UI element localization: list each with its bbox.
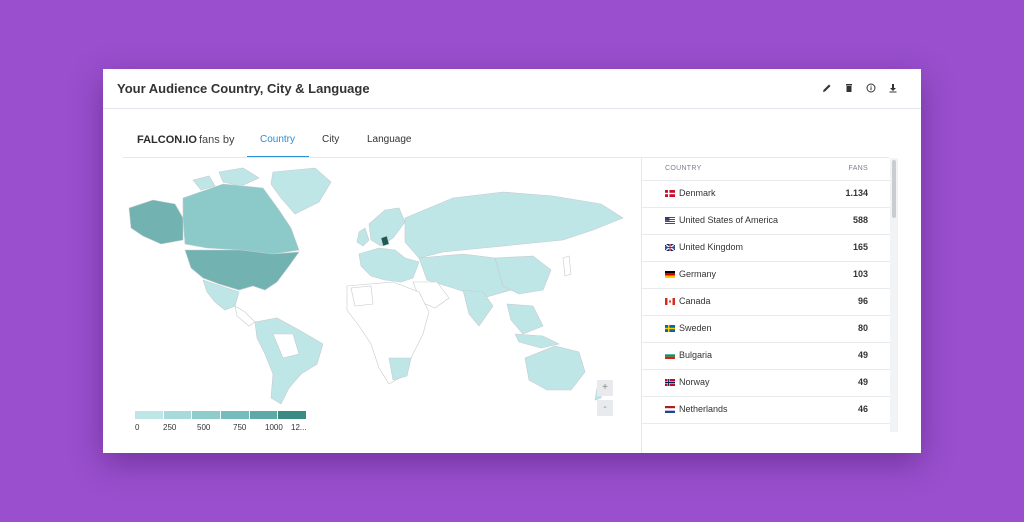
map-russia — [404, 191, 624, 259]
map-japan — [562, 255, 572, 277]
fans-count: 49 — [857, 377, 868, 387]
fans-count: 103 — [852, 269, 868, 279]
country-name: Norway — [679, 377, 710, 387]
netherlands-flag-icon — [665, 406, 675, 413]
sweden-flag-icon — [665, 325, 675, 332]
map-legend: 0 250 500 750 1000 12... — [135, 411, 315, 435]
table-scrollbar[interactable] — [890, 158, 898, 432]
map-europe — [358, 247, 420, 283]
fans-count: 49 — [857, 350, 868, 360]
column-header-fans[interactable]: FANS — [849, 165, 868, 172]
download-icon[interactable] — [887, 82, 899, 94]
germany-flag-icon — [665, 271, 675, 278]
tab-language[interactable]: Language — [367, 134, 412, 145]
map-south-america — [254, 317, 324, 405]
column-header-country[interactable]: COUNTRY — [665, 165, 702, 172]
zoom-out-button[interactable]: - — [597, 400, 613, 416]
info-icon[interactable] — [865, 82, 877, 94]
legend-label: 0 — [135, 423, 140, 432]
fans-by-label: fans by — [199, 134, 235, 146]
header-actions — [821, 82, 899, 94]
country-name: Bulgaria — [679, 350, 713, 360]
table-row[interactable]: Germany 103 — [642, 261, 890, 288]
fans-count: 46 — [857, 404, 868, 414]
legend-labels: 0 250 500 750 1000 12... — [135, 423, 315, 435]
table-row[interactable]: Denmark 1.134 — [642, 180, 890, 207]
legend-label: 500 — [197, 423, 211, 432]
map-greenland — [270, 167, 332, 215]
table-row[interactable]: Netherlands 46 — [642, 396, 890, 423]
world-map[interactable]: + - — [123, 158, 641, 453]
widget-title: Your Audience Country, City & Language — [117, 81, 370, 96]
fans-count: 96 — [857, 296, 868, 306]
zoom-in-button[interactable]: + — [597, 380, 613, 396]
country-name: Germany — [679, 269, 717, 279]
country-name: Canada — [679, 296, 711, 306]
table-row[interactable]: United States of America 588 — [642, 207, 890, 234]
usa-flag-icon — [665, 217, 675, 224]
norway-flag-icon — [665, 379, 675, 386]
bulgaria-flag-icon — [665, 352, 675, 359]
country-name: United States of America — [679, 215, 779, 225]
tab-country[interactable]: Country — [260, 134, 295, 145]
table-row[interactable]: United Kingdom 165 — [642, 234, 890, 261]
fans-count: 80 — [857, 323, 868, 333]
map-usa — [184, 249, 300, 291]
fans-count: 588 — [852, 215, 868, 225]
country-name: United Kingdom — [679, 242, 744, 252]
table-row[interactable]: Canada 96 — [642, 288, 890, 315]
uk-flag-icon — [665, 244, 675, 251]
fans-count: 165 — [852, 242, 868, 252]
world-map-svg — [128, 167, 624, 405]
tab-city[interactable]: City — [322, 134, 339, 145]
edit-icon[interactable] — [821, 82, 833, 94]
table-row-partial[interactable] — [642, 423, 890, 450]
country-name: Denmark — [679, 188, 716, 198]
scrollbar-thumb[interactable] — [892, 160, 896, 218]
country-table: COUNTRY FANS Denmark 1.134 United States… — [641, 158, 890, 453]
canada-flag-icon — [665, 298, 675, 305]
legend-label: 250 — [163, 423, 177, 432]
legend-color-bar — [135, 411, 308, 419]
legend-label: 12... — [291, 423, 307, 432]
map-australia — [524, 345, 586, 391]
map-uk — [356, 227, 370, 247]
map-alaska — [128, 199, 184, 245]
country-name: Netherlands — [679, 404, 728, 414]
widget-header: Your Audience Country, City & Language — [103, 69, 921, 109]
tab-bar: FALCON.IO fans by Country City Language — [103, 126, 921, 158]
trash-icon[interactable] — [843, 82, 855, 94]
fans-count: 1.134 — [845, 188, 868, 198]
denmark-flag-icon — [665, 190, 675, 197]
table-row[interactable]: Bulgaria 49 — [642, 342, 890, 369]
audience-widget-card: Your Audience Country, City & Language F… — [103, 69, 921, 453]
brand-name: FALCON.IO — [137, 134, 197, 146]
legend-label: 1000 — [265, 423, 283, 432]
country-name: Sweden — [679, 323, 712, 333]
table-row[interactable]: Norway 49 — [642, 369, 890, 396]
table-row[interactable]: Sweden 80 — [642, 315, 890, 342]
legend-label: 750 — [233, 423, 247, 432]
